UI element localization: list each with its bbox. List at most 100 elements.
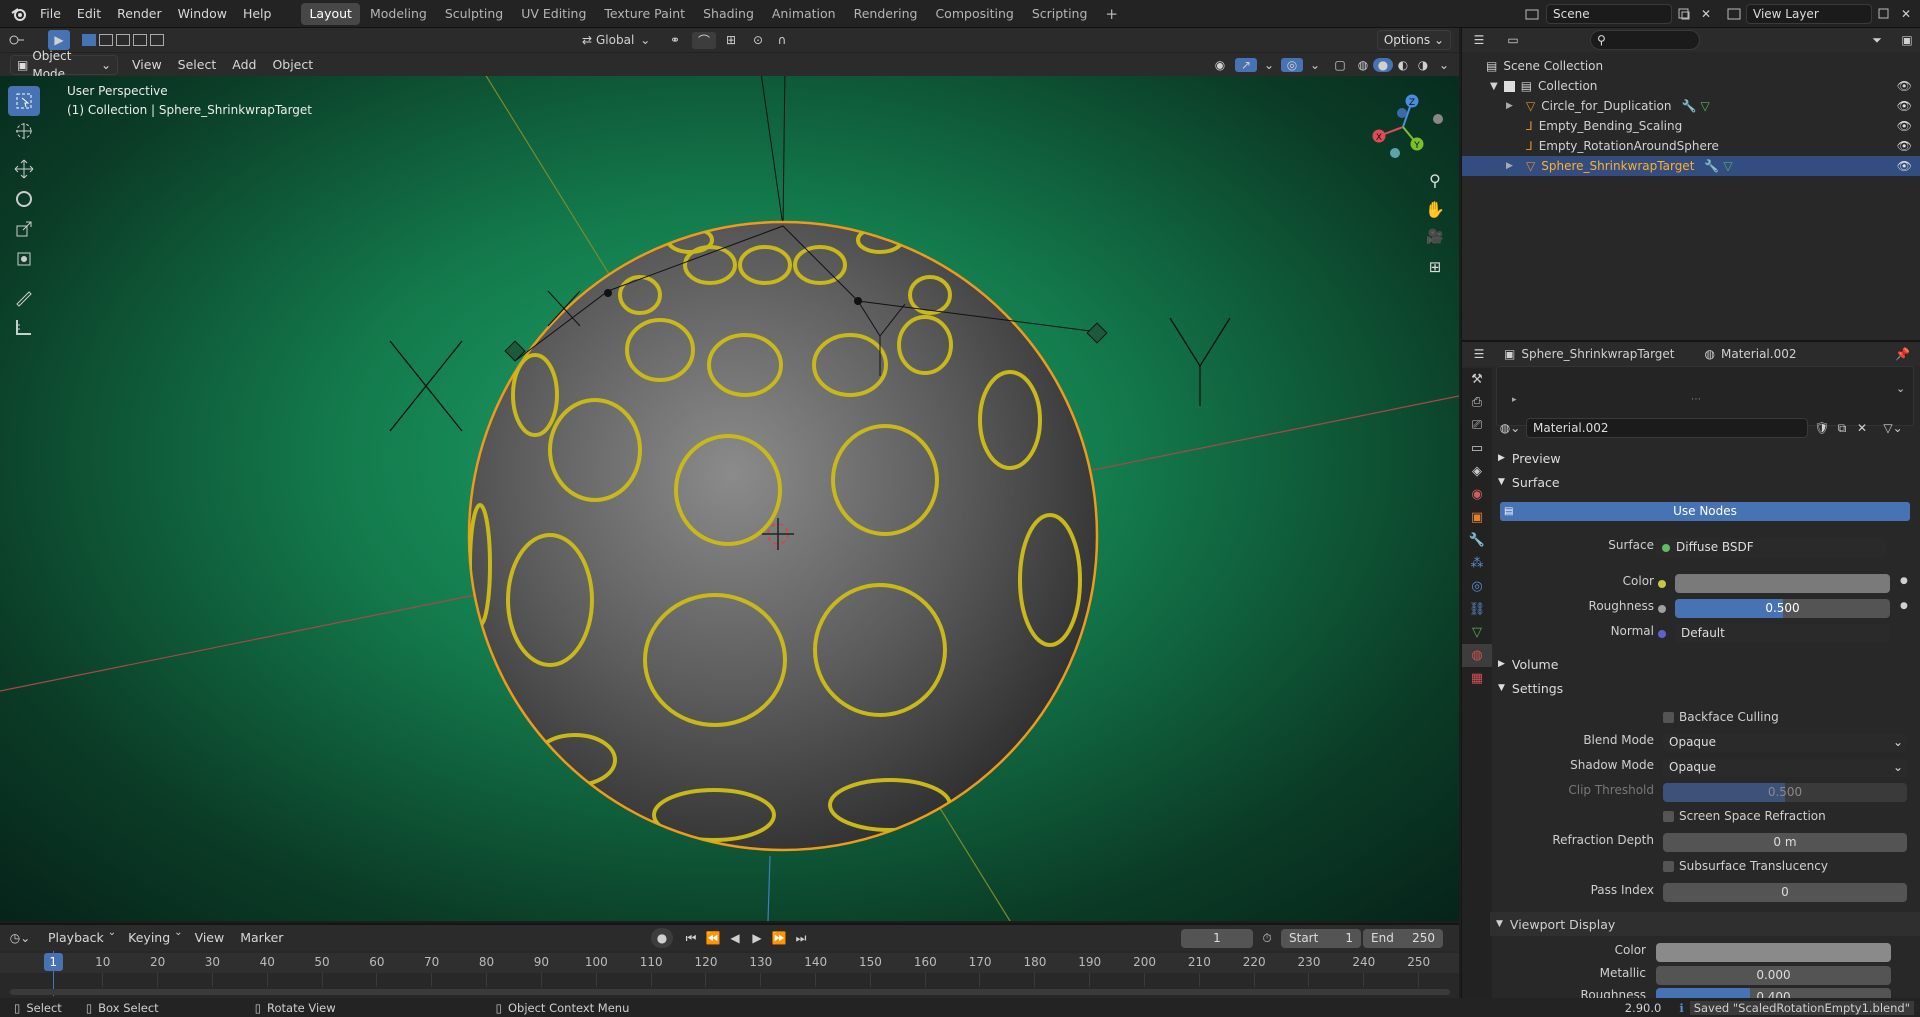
menu-file[interactable]: File (32, 3, 69, 25)
menu-help[interactable]: Help (235, 3, 280, 25)
visibility-icon[interactable]: ◉ (1205, 58, 1235, 72)
data-tab-icon[interactable]: ▽ (1462, 621, 1492, 644)
output-tab-icon[interactable]: ⎚ (1462, 414, 1492, 437)
slot-expand-icon[interactable]: ▸ (1512, 395, 1517, 405)
timeline-scrollbar[interactable] (10, 989, 1450, 995)
timeline-menu-playback[interactable]: Playback (40, 927, 112, 949)
orientation-dropdown[interactable]: Global ⌄ (596, 33, 658, 47)
rendered-shading-icon[interactable]: ◑ (1413, 58, 1433, 72)
properties-editor-icon[interactable]: ☰ (1462, 347, 1496, 361)
material-name-field[interactable]: Material.002 (1526, 418, 1808, 438)
blender-logo-icon[interactable] (6, 6, 32, 22)
navigation-gizmo[interactable]: Z X Y (1365, 89, 1445, 169)
workspace-tab-animation[interactable]: Animation (764, 3, 844, 25)
unlink-material-icon[interactable]: ✕ (1852, 421, 1872, 435)
viewport-menu-object[interactable]: Object (264, 54, 321, 76)
pan-hand-icon[interactable]: ✋ (1422, 200, 1448, 219)
roughness-slider[interactable]: 0.500 (1675, 599, 1890, 618)
annotate-tool[interactable] (8, 282, 40, 312)
metallic-slider[interactable]: 0.000 (1656, 966, 1891, 985)
workspace-tab-rendering[interactable]: Rendering (846, 3, 926, 25)
workspace-tab-layout[interactable]: Layout (301, 2, 360, 25)
expand-arrow-icon[interactable]: ▶ (1506, 101, 1520, 111)
outliner-item-empty_rotationaroundsphere[interactable]: ⅃ Empty_RotationAroundSphere 👁 (1462, 136, 1920, 156)
outliner-search-input[interactable]: ⚲ (1590, 30, 1700, 50)
material-filter-icon[interactable]: ▽⌄ (1878, 421, 1908, 435)
viewport-menu-select[interactable]: Select (170, 54, 225, 76)
pin-icon[interactable]: 📌 (1895, 347, 1910, 361)
tool-tab-icon[interactable]: ⚒ (1462, 368, 1492, 391)
workspace-tab-modeling[interactable]: Modeling (362, 3, 435, 25)
viewport-display-panel-header[interactable]: ▼ Viewport Display (1490, 912, 1920, 936)
scene-tab-icon[interactable]: ◈ (1462, 460, 1492, 483)
jump-start-icon[interactable]: ⏮ (681, 931, 701, 946)
jump-end-icon[interactable]: ⏭ (791, 931, 811, 946)
wireframe-shading-icon[interactable]: ◍ (1353, 58, 1373, 72)
shading-dropdown-icon[interactable]: ⌄ (1433, 58, 1455, 72)
fake-user-icon[interactable]: 🛡 (1812, 421, 1832, 435)
play-icon[interactable]: ▶ (747, 931, 767, 946)
menu-window[interactable]: Window (170, 3, 235, 25)
surface-shader-field[interactable]: Diffuse BSDF (1656, 538, 1886, 557)
outliner-item-empty_bending_scaling[interactable]: ⅃ Empty_Bending_Scaling 👁 (1462, 116, 1920, 136)
material-tab-icon[interactable]: ◍ (1462, 644, 1492, 667)
end-frame-field[interactable]: End 250 (1363, 928, 1443, 948)
overlays-dropdown-icon[interactable]: ⌄ (1303, 58, 1327, 72)
expand-arrow-icon[interactable]: ▶ (1506, 161, 1520, 171)
delete-view-layer-icon[interactable]: ✕ (1896, 7, 1916, 21)
preview-panel-header[interactable]: ▶ Preview (1496, 447, 1561, 469)
constraints-tab-icon[interactable]: ⛓ (1462, 598, 1492, 621)
next-keyframe-icon[interactable]: ⏩ (769, 931, 789, 946)
object-tab-icon[interactable]: ▣ (1462, 506, 1492, 529)
view-layer-field[interactable]: View Layer (1746, 3, 1872, 24)
zoom-icon[interactable]: ⚲ (1422, 171, 1448, 190)
render-tab-icon[interactable]: ⎙ (1462, 391, 1492, 414)
subsurface-translucency-checkbox[interactable]: Subsurface Translucency (1663, 859, 1828, 873)
color-keyframe-icon[interactable]: ● (1900, 576, 1908, 586)
menu-edit[interactable]: Edit (69, 3, 109, 25)
snap-icon[interactable]: ⌒ (692, 31, 716, 49)
viewport-menu-add[interactable]: Add (224, 54, 264, 76)
clip-threshold-slider[interactable]: 0.500 (1663, 783, 1907, 802)
gizmo-dropdown-icon[interactable]: ⌄ (1257, 58, 1281, 72)
timeline-scrubber[interactable]: 1 10 20 30 40 50 60 70 80 90 100 110 120 130 140 150 160… (0, 951, 1459, 998)
eye-icon[interactable]: 👁 (1897, 79, 1912, 93)
transform-tool[interactable] (8, 244, 40, 274)
move-tool[interactable] (8, 154, 40, 184)
eye-icon[interactable]: 👁 (1897, 119, 1912, 133)
viewport-menu-view[interactable]: View (124, 54, 170, 76)
overlays-icon[interactable]: ◎ (1281, 57, 1303, 72)
workspace-tab-shading[interactable]: Shading (695, 3, 762, 25)
cursor-tool[interactable] (8, 116, 40, 146)
timeline-menu-marker[interactable]: Marker (232, 927, 291, 949)
play-reverse-icon[interactable]: ◀ (725, 931, 745, 946)
view-layer-tab-icon[interactable]: ▭ (1462, 437, 1492, 460)
eye-icon[interactable]: 👁 (1897, 139, 1912, 153)
filter-icon[interactable]: ⏷ (1860, 33, 1894, 48)
pivot-icon[interactable]: ⚭ (658, 33, 692, 47)
surface-panel-header[interactable]: ▼ Surface (1496, 471, 1560, 493)
workspace-tab-sculpting[interactable]: Sculpting (437, 3, 511, 25)
duplicate-material-icon[interactable]: ⧉ (1832, 421, 1852, 436)
measure-tool[interactable] (8, 312, 40, 342)
modifier-tab-icon[interactable]: 🔧 (1462, 529, 1492, 552)
prev-keyframe-icon[interactable]: ⏪ (703, 931, 723, 946)
use-nodes-button[interactable]: ▤ Use Nodes (1500, 502, 1910, 521)
new-scene-icon[interactable] (1672, 7, 1696, 21)
texture-tab-icon[interactable]: ▦ (1462, 667, 1492, 690)
proportional-edit-icon[interactable]: ⊙ (746, 33, 770, 47)
xray-icon[interactable]: ▢ (1327, 58, 1353, 72)
mesh-data-icon[interactable]: ▽ (1723, 159, 1732, 173)
particles-tab-icon[interactable]: ⁂ (1462, 552, 1492, 575)
timeline-editor-icon[interactable]: ◷⌄ (0, 931, 40, 945)
add-workspace-button[interactable]: + (1097, 3, 1126, 25)
rotate-tool[interactable] (8, 184, 40, 214)
ortho-grid-icon[interactable]: ⊞ (1422, 258, 1448, 276)
checkbox-icon[interactable] (1503, 80, 1515, 92)
vd-color-swatch[interactable] (1656, 943, 1891, 962)
outliner-item-sphere_shrinkwraptarget[interactable]: ▶ ▽ Sphere_ShrinkwrapTarget 🔧 ▽ 👁 (1462, 156, 1920, 176)
editor-type-icon[interactable] (0, 34, 34, 46)
timeline-menu-view[interactable]: View (187, 927, 233, 949)
current-frame-field[interactable]: 1 (1181, 928, 1253, 948)
workspace-tab-uv-editing[interactable]: UV Editing (513, 3, 594, 25)
